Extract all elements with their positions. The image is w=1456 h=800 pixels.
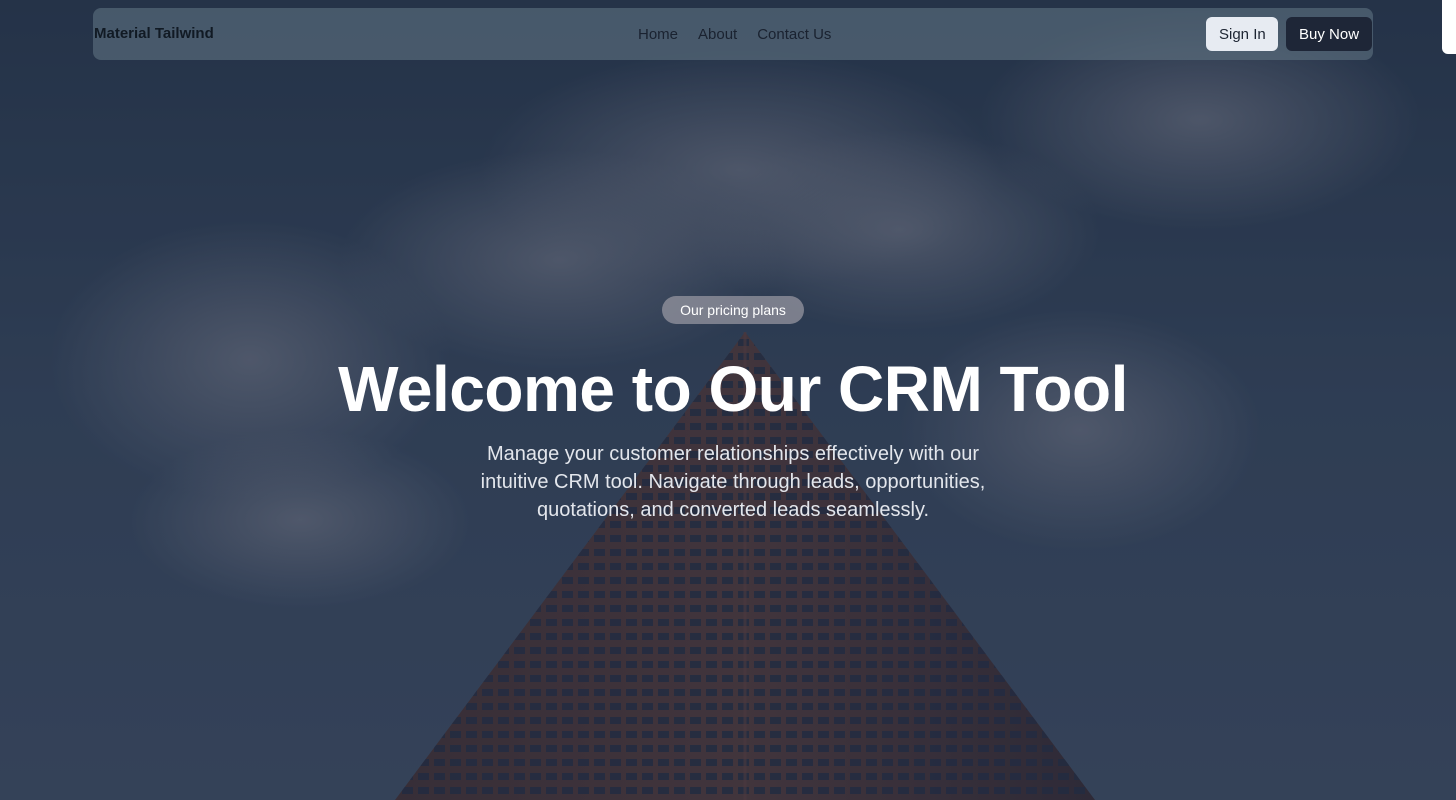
edge-panel: [1442, 0, 1456, 54]
hero-title: Welcome to Our CRM Tool: [338, 353, 1128, 425]
nav-link-contact-us[interactable]: Contact Us: [757, 26, 831, 43]
brand-logo-text[interactable]: Material Tailwind: [94, 8, 214, 60]
nav-link-home[interactable]: Home: [638, 26, 678, 43]
hero-subtitle: Manage your customer relationships effec…: [480, 443, 986, 521]
pricing-plans-badge: Our pricing plans: [662, 296, 804, 324]
nav-links: Home About Contact Us: [638, 8, 831, 60]
buy-now-button[interactable]: Buy Now: [1286, 17, 1372, 51]
sign-in-button[interactable]: Sign In: [1206, 17, 1278, 51]
nav-link-about[interactable]: About: [698, 26, 737, 43]
top-navbar: Material Tailwind Home About Contact Us …: [93, 8, 1373, 60]
hero-section: Material Tailwind Home About Contact Us …: [0, 0, 1456, 800]
